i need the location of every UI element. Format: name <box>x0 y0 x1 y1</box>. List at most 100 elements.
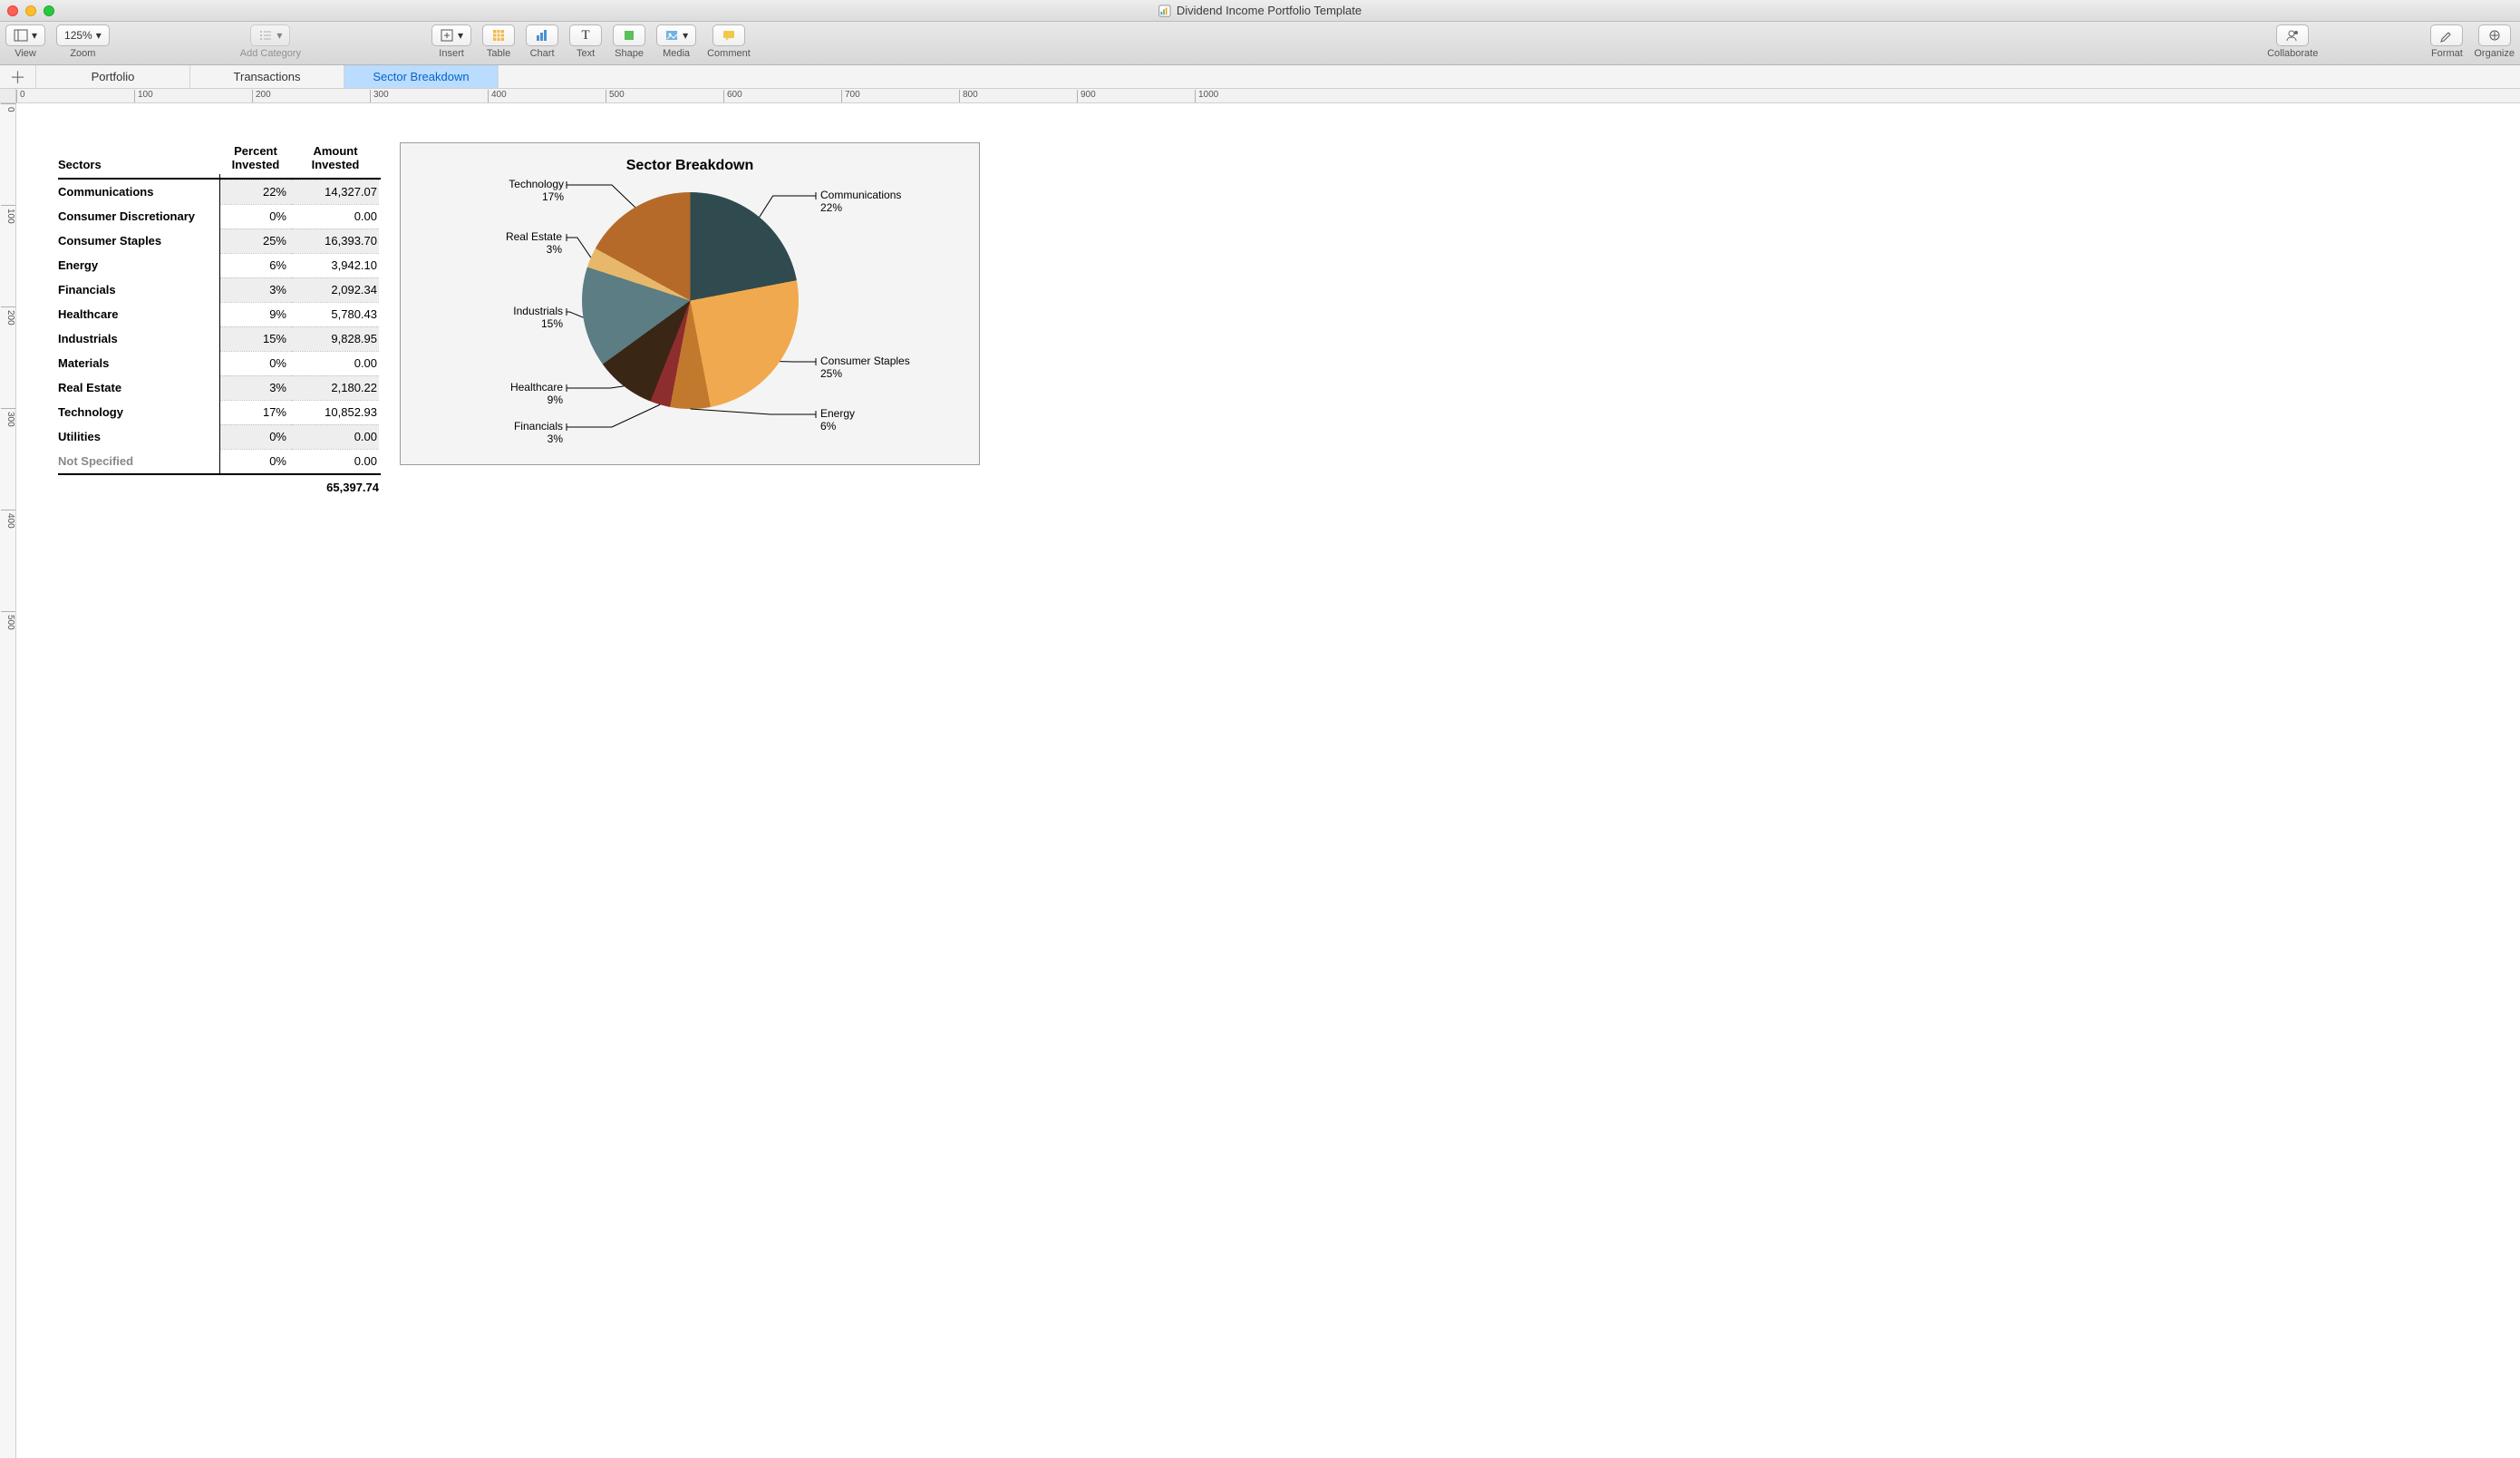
callout-energy: Energy 6% <box>820 407 855 433</box>
cell-amount: 14,327.07 <box>292 180 379 204</box>
header-sectors: Sectors <box>58 141 219 178</box>
cell-sector: Materials <box>58 356 219 370</box>
cell-amount: 16,393.70 <box>292 228 379 253</box>
comment-button[interactable] <box>712 24 745 46</box>
table-button[interactable] <box>482 24 515 46</box>
pie-chart <box>582 192 799 409</box>
cell-percent: 0% <box>219 351 292 375</box>
zoom-window-button[interactable] <box>44 5 54 16</box>
add-category-button: ▾ <box>250 24 290 46</box>
insert-icon <box>440 28 454 43</box>
add-sheet-button[interactable]: ＋ <box>0 65 36 88</box>
cell-percent: 0% <box>219 449 292 473</box>
zoom-dropdown[interactable]: 125% ▾ <box>56 24 110 46</box>
media-label: Media <box>663 48 690 59</box>
callout-label: Industrials <box>507 305 563 317</box>
chart-title: Sector Breakdown <box>401 158 979 174</box>
ruler-tick: 400 <box>488 90 507 102</box>
organize-icon <box>2487 28 2502 43</box>
cell-percent: 9% <box>219 302 292 326</box>
comment-label: Comment <box>707 48 751 59</box>
chart-button[interactable] <box>526 24 558 46</box>
table-label: Table <box>487 48 510 59</box>
text-icon: T <box>581 28 589 44</box>
callout-label: Communications <box>820 189 901 201</box>
header-amount: Amount Invested <box>292 141 379 178</box>
chart-panel[interactable]: Sector Breakdown Communications 22% Cons… <box>400 142 980 465</box>
cell-percent: 6% <box>219 253 292 277</box>
tab-label: Transactions <box>234 70 301 83</box>
chevron-down-icon: ▾ <box>458 29 463 42</box>
organize-button[interactable] <box>2478 24 2511 46</box>
toolbar-zoom-group: 125% ▾ Zoom <box>56 24 110 59</box>
view-label: View <box>15 48 36 59</box>
cell-sector: Industrials <box>58 332 219 345</box>
ruler-tick: 100 <box>134 90 153 102</box>
header-percent: Percent Invested <box>219 141 292 178</box>
callout-communications: Communications 22% <box>820 189 901 215</box>
cell-percent: 0% <box>219 204 292 228</box>
zoom-value: 125% <box>64 29 92 42</box>
shape-icon <box>622 28 636 43</box>
callout-technology: Technology 17% <box>500 178 564 204</box>
text-button[interactable]: T <box>569 24 602 46</box>
collaborate-icon <box>2285 28 2300 43</box>
cell-percent: 25% <box>219 228 292 253</box>
view-icon <box>14 28 28 43</box>
window-title: Dividend Income Portfolio Template <box>1158 4 1362 17</box>
cell-sector: Consumer Staples <box>58 234 219 248</box>
format-icon <box>2439 28 2454 43</box>
total-amount: 65,397.74 <box>292 481 379 494</box>
chevron-down-icon: ▾ <box>96 29 102 42</box>
ruler-tick: 100 <box>1 205 15 224</box>
cell-sector: Financials <box>58 283 219 296</box>
window-titlebar: Dividend Income Portfolio Template <box>0 0 2520 22</box>
organize-label: Organize <box>2474 48 2515 59</box>
minimize-window-button[interactable] <box>25 5 36 16</box>
list-icon <box>258 28 273 43</box>
ruler-tick: 900 <box>1077 90 1096 102</box>
tab-label: Portfolio <box>92 70 135 83</box>
chart-icon <box>535 28 549 43</box>
ruler-tick: 600 <box>723 90 742 102</box>
ruler-tick: 1000 <box>1195 90 1218 102</box>
tab-portfolio[interactable]: Portfolio <box>36 65 190 88</box>
collaborate-button[interactable] <box>2276 24 2309 46</box>
cell-amount: 0.00 <box>292 424 379 449</box>
cell-sector: Technology <box>58 405 219 419</box>
cell-percent: 0% <box>219 424 292 449</box>
toolbar-addcategory-group: ▾ Add Category <box>240 24 301 59</box>
view-button[interactable]: ▾ <box>5 24 45 46</box>
ruler-tick: 800 <box>959 90 978 102</box>
cell-amount: 9,828.95 <box>292 326 379 351</box>
sectors-table[interactable]: Sectors Percent Invested Amount Invested… <box>58 141 381 501</box>
chevron-down-icon: ▾ <box>683 29 688 42</box>
cell-amount: 2,180.22 <box>292 375 379 400</box>
horizontal-ruler: 01002003004005006007008009001000 <box>16 89 2520 103</box>
ruler-tick: 0 <box>1 103 15 112</box>
ruler-tick: 400 <box>1 510 15 529</box>
ruler-tick: 500 <box>606 90 625 102</box>
tab-transactions[interactable]: Transactions <box>190 65 344 88</box>
tab-label: Sector Breakdown <box>373 70 469 83</box>
add-category-label: Add Category <box>240 48 301 59</box>
media-button[interactable]: ▾ <box>656 24 696 46</box>
cell-sector: Utilities <box>58 430 219 443</box>
callout-label: Healthcare <box>503 381 563 394</box>
format-label: Format <box>2431 48 2463 59</box>
zoom-label: Zoom <box>70 48 95 59</box>
vertical-ruler: 0100200300400500 <box>0 103 16 1458</box>
close-window-button[interactable] <box>7 5 18 16</box>
ruler-tick: 700 <box>841 90 860 102</box>
insert-button[interactable]: ▾ <box>431 24 471 46</box>
tab-sector-breakdown[interactable]: Sector Breakdown <box>344 65 499 88</box>
canvas[interactable]: Sectors Percent Invested Amount Invested… <box>16 103 2520 1458</box>
shape-button[interactable] <box>613 24 645 46</box>
ruler-tick: 300 <box>1 408 15 427</box>
chart-label: Chart <box>530 48 555 59</box>
cell-sector: Communications <box>58 185 219 199</box>
format-button[interactable] <box>2430 24 2463 46</box>
callout-value: 25% <box>820 367 910 380</box>
callout-industrials: Industrials 15% <box>507 305 563 331</box>
workspace: 01002003004005006007008009001000 0100200… <box>0 89 2520 1458</box>
